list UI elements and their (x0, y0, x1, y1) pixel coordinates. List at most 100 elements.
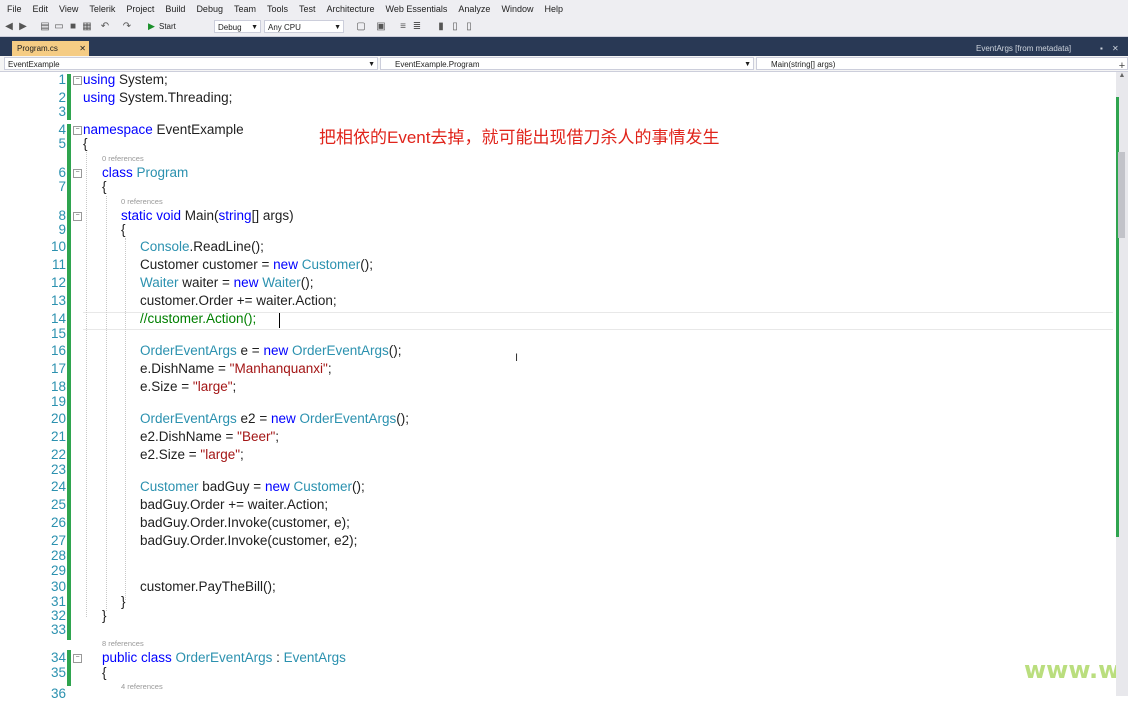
code-line-16: OrderEventArgs e = new OrderEventArgs(); (140, 343, 402, 358)
code-line-30: customer.PayTheBill(); (140, 579, 276, 594)
mouse-ibeam-cursor-icon: I (515, 352, 519, 364)
pin-icon[interactable]: ▪ (1100, 41, 1103, 56)
menu-test[interactable]: Test (299, 0, 316, 18)
code-text: System; (115, 72, 168, 87)
undo-icon[interactable]: ↶ (100, 20, 110, 33)
codelens-references[interactable]: 8 references (102, 639, 144, 648)
menu-debug[interactable]: Debug (196, 0, 223, 18)
code-line-35: { (102, 665, 107, 680)
codelens-references[interactable]: 0 references (121, 197, 163, 206)
line-number: 20 (50, 411, 66, 426)
code-text: (); (300, 275, 314, 290)
save-icon[interactable]: ■ (68, 20, 78, 33)
menu-web-essentials[interactable]: Web Essentials (386, 0, 448, 18)
code-line-7: { (102, 179, 107, 194)
keyword: new (264, 479, 290, 494)
code-line-9: { (121, 222, 126, 237)
menu-help[interactable]: Help (544, 0, 563, 18)
type-name: Waiter (140, 275, 179, 290)
code-line-14-comment: //customer.Action(); (140, 311, 257, 326)
code-line-24: Customer badGuy = new Customer(); (140, 479, 365, 494)
chevron-down-icon: ▼ (251, 24, 258, 31)
type-name: Customer (301, 257, 361, 272)
close-icon[interactable]: ✕ (1112, 41, 1119, 56)
collapse-icon[interactable]: − (73, 212, 82, 221)
project-value: EventExample (8, 60, 60, 69)
redo-icon[interactable]: ↷ (122, 20, 132, 33)
line-number: 27 (50, 533, 66, 548)
code-text: Main( (181, 208, 219, 223)
solution-explorer-icon[interactable]: ▣ (376, 20, 386, 33)
menu-view[interactable]: View (59, 0, 78, 18)
code-text: e = (236, 343, 264, 358)
find-icon[interactable]: ▢ (356, 20, 366, 33)
line-number: 12 (50, 275, 66, 290)
menu-tools[interactable]: Tools (267, 0, 288, 18)
vertical-scrollbar[interactable]: ▲ (1116, 72, 1128, 696)
start-button[interactable]: Start (159, 20, 176, 33)
start-icon[interactable]: ▶ (148, 20, 155, 33)
code-text: ; (275, 429, 280, 444)
forward-icon[interactable]: ▶ (18, 20, 28, 33)
text-caret (279, 313, 280, 328)
split-window-icon[interactable]: + (1116, 60, 1128, 72)
line-number: 2 (58, 90, 66, 105)
type-name: Customer (293, 479, 352, 494)
project-dropdown[interactable]: EventExample ▼ (4, 57, 378, 70)
code-line-1: using System; (83, 72, 168, 87)
collapse-icon[interactable]: − (73, 169, 82, 178)
bookmark-icon[interactable]: ▮ (436, 20, 446, 33)
tab-program-cs[interactable]: Program.cs ✕ (12, 41, 89, 56)
line-number: 26 (50, 515, 66, 530)
type-name: Program (136, 165, 189, 180)
tab-eventargs-metadata[interactable]: EventArgs [from metadata] ▪ ✕ (976, 41, 1128, 56)
line-number: 17 (50, 361, 66, 376)
line-number: 14 (50, 311, 66, 326)
line-number: 6 (58, 165, 66, 180)
menu-telerik[interactable]: Telerik (89, 0, 115, 18)
codelens-references[interactable]: 0 references (102, 154, 144, 163)
code-text: ; (240, 447, 244, 462)
string-literal: "large" (200, 447, 241, 462)
menu-build[interactable]: Build (165, 0, 185, 18)
indent-guide (125, 238, 126, 600)
prev-bookmark-icon[interactable]: ▯ (450, 20, 460, 33)
back-icon[interactable]: ◀ (4, 20, 14, 33)
next-bookmark-icon[interactable]: ▯ (464, 20, 474, 33)
save-all-icon[interactable]: ▦ (82, 20, 92, 33)
code-text: EventExample (152, 122, 244, 137)
code-line-25: badGuy.Order += waiter.Action; (140, 497, 329, 512)
collapse-icon[interactable]: − (73, 76, 82, 85)
open-file-icon[interactable]: ▭ (54, 20, 64, 33)
scroll-up-icon[interactable]: ▲ (1116, 72, 1128, 79)
menu-project[interactable]: Project (126, 0, 154, 18)
member-dropdown[interactable]: Main(string[] args) (756, 57, 1128, 70)
menu-edit[interactable]: Edit (33, 0, 49, 18)
codelens-references[interactable]: 4 references (121, 682, 163, 691)
menu-team[interactable]: Team (234, 0, 256, 18)
tab-label: Program.cs (17, 44, 58, 53)
keyword: new (233, 275, 259, 290)
chevron-down-icon: ▼ (368, 61, 375, 68)
code-text: : (272, 650, 284, 665)
menu-window[interactable]: Window (501, 0, 533, 18)
close-icon[interactable]: ✕ (79, 41, 86, 56)
comment-icon[interactable]: ≡ (398, 20, 408, 33)
menu-file[interactable]: File (7, 0, 22, 18)
scrollbar-thumb[interactable] (1118, 152, 1125, 238)
line-number: 10 (50, 239, 66, 254)
uncomment-icon[interactable]: ≣ (412, 20, 422, 33)
platform-dropdown[interactable]: Any CPU ▼ (264, 20, 344, 33)
code-line-5: { (83, 136, 88, 151)
code-editor[interactable]: − − − − − 1 2 3 4 5 6 7 8 9 10 11 12 13 … (0, 72, 1120, 701)
config-dropdown[interactable]: Debug ▼ (214, 20, 261, 33)
menu-architecture[interactable]: Architecture (327, 0, 375, 18)
code-text: [] args) (251, 208, 294, 223)
new-project-icon[interactable]: ▤ (40, 20, 50, 33)
collapse-icon[interactable]: − (73, 126, 82, 135)
collapse-icon[interactable]: − (73, 654, 82, 663)
line-number: 1 (58, 72, 66, 87)
type-dropdown[interactable]: EventExample.Program ▼ (380, 57, 754, 70)
platform-value: Any CPU (268, 23, 301, 32)
menu-analyze[interactable]: Analyze (458, 0, 490, 18)
